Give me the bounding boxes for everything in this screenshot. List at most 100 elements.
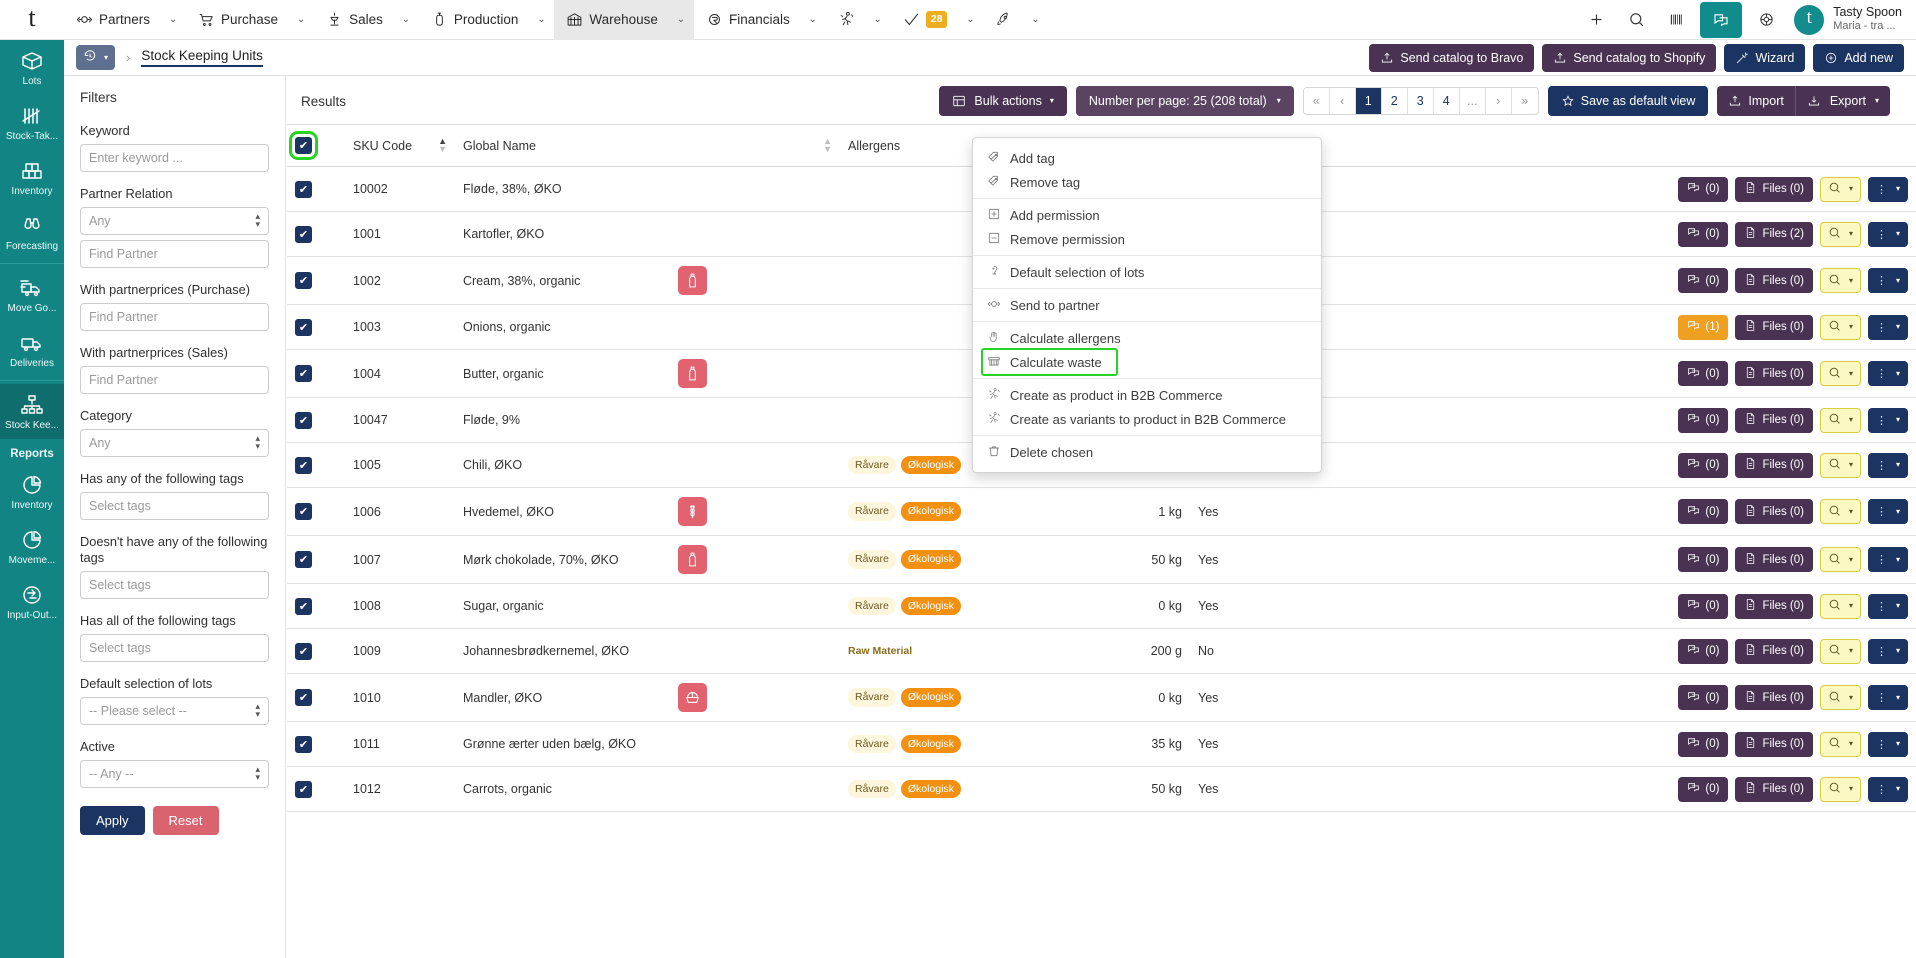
row-checkbox[interactable]: ✔: [295, 643, 312, 660]
files-button[interactable]: Files (0): [1735, 639, 1813, 664]
menu-item-calculate-waste[interactable]: Calculate waste: [983, 350, 1116, 374]
files-button[interactable]: Files (0): [1735, 732, 1813, 757]
send-catalog-to-bravo-button[interactable]: Send catalog to Bravo: [1369, 44, 1534, 72]
partner-relation-select[interactable]: Any▴▾: [80, 207, 269, 235]
more-actions-button[interactable]: ⋮▾: [1868, 453, 1908, 478]
menu-item-delete-chosen[interactable]: Delete chosen: [973, 440, 1321, 464]
search-row-button[interactable]: ▾: [1820, 268, 1861, 293]
reset-button[interactable]: Reset: [153, 806, 219, 835]
per-page-button[interactable]: Number per page: 25 (208 total) ▾: [1076, 86, 1294, 116]
menu-item-add-permission[interactable]: Add permission: [973, 203, 1321, 227]
page-x-button[interactable]: ‹: [1330, 88, 1356, 114]
more-actions-button[interactable]: ⋮▾: [1868, 222, 1908, 247]
comments-button[interactable]: (0): [1678, 499, 1728, 524]
nav-item-partners[interactable]: Partners: [64, 0, 160, 40]
search-row-button[interactable]: ▾: [1820, 408, 1861, 433]
default-selection-lots-select[interactable]: -- Please select --▴▾: [80, 697, 269, 725]
row-checkbox[interactable]: ✔: [295, 319, 312, 336]
menu-item-remove-tag[interactable]: Remove tag: [973, 170, 1321, 194]
sort-icon-sku-code[interactable]: ▲▼: [438, 138, 447, 152]
sidebar-item-moveme[interactable]: Moveme...: [0, 519, 64, 574]
search-row-button[interactable]: ▾: [1820, 777, 1861, 802]
th-sku-code[interactable]: SKU Code ▲▼: [345, 125, 455, 167]
allergen-badge[interactable]: [678, 683, 707, 712]
keyword-input[interactable]: Enter keyword ...: [80, 144, 269, 172]
row-checkbox[interactable]: ✔: [295, 598, 312, 615]
sidebar-item-inputout[interactable]: Input-Out...: [0, 574, 64, 629]
allergen-badge[interactable]: [678, 545, 707, 574]
row-checkbox[interactable]: ✔: [295, 412, 312, 429]
comments-button[interactable]: (0): [1678, 361, 1728, 386]
search-row-button[interactable]: ▾: [1820, 315, 1861, 340]
files-button[interactable]: Files (0): [1735, 777, 1813, 802]
row-checkbox[interactable]: ✔: [295, 365, 312, 382]
table-row[interactable]: ✔1011Grønne ærter uden bælg, ØKORåvareØk…: [287, 722, 1916, 767]
sidebar-item-inventory[interactable]: Inventory: [0, 464, 64, 519]
comments-button[interactable]: (1): [1678, 315, 1728, 340]
has-all-tags-input[interactable]: Select tags: [80, 634, 269, 662]
more-actions-button[interactable]: ⋮▾: [1868, 361, 1908, 386]
row-checkbox[interactable]: ✔: [295, 551, 312, 568]
import-button[interactable]: Import: [1717, 86, 1795, 116]
row-checkbox[interactable]: ✔: [295, 457, 312, 474]
allergen-badge[interactable]: [678, 359, 707, 388]
brand-logo[interactable]: t: [0, 0, 64, 40]
row-checkbox[interactable]: ✔: [295, 272, 312, 289]
page-3-button[interactable]: 3: [1408, 88, 1434, 114]
more-actions-button[interactable]: ⋮▾: [1868, 268, 1908, 293]
table-row[interactable]: ✔1009Johannesbrødkernemel, ØKORaw Materi…: [287, 629, 1916, 674]
search-row-button[interactable]: ▾: [1820, 177, 1861, 202]
more-actions-button[interactable]: ⋮▾: [1868, 685, 1908, 710]
nav-caret-warehouse[interactable]: ⌄: [668, 0, 694, 40]
search-row-button[interactable]: ▾: [1820, 361, 1861, 386]
table-row[interactable]: ✔1012Carrots, organicRåvareØkologisk50 k…: [287, 767, 1916, 812]
wizard-button[interactable]: Wizard: [1724, 44, 1805, 72]
nav-item-warehouse[interactable]: Warehouse: [554, 0, 668, 40]
sidebar-item-deliveries[interactable]: Deliveries: [0, 322, 64, 377]
page-xxx-button[interactable]: ...: [1460, 88, 1486, 114]
search-row-button[interactable]: ▾: [1820, 639, 1861, 664]
send-catalog-to-shopify-button[interactable]: Send catalog to Shopify: [1542, 44, 1716, 72]
row-checkbox[interactable]: ✔: [295, 181, 312, 198]
partnerprices-sales-input[interactable]: Find Partner: [80, 366, 269, 394]
nav-item-sales[interactable]: Sales: [314, 0, 393, 40]
more-actions-button[interactable]: ⋮▾: [1868, 177, 1908, 202]
sidebar-item-inventory[interactable]: Inventory: [0, 150, 64, 205]
more-actions-button[interactable]: ⋮▾: [1868, 408, 1908, 433]
table-row[interactable]: ✔1006Hvedemel, ØKORåvareØkologisk1 kgYes…: [287, 488, 1916, 536]
active-select[interactable]: -- Any --▴▾: [80, 760, 269, 788]
search-row-button[interactable]: ▾: [1820, 732, 1861, 757]
table-row[interactable]: ✔1010Mandler, ØKORåvareØkologisk0 kgYes(…: [287, 674, 1916, 722]
row-checkbox[interactable]: ✔: [295, 503, 312, 520]
row-checkbox[interactable]: ✔: [295, 226, 312, 243]
nav-caret-financials[interactable]: ⌄: [800, 0, 826, 40]
nav-item-tasks[interactable]: 28: [891, 0, 958, 40]
row-checkbox[interactable]: ✔: [295, 689, 312, 706]
lifering-icon[interactable]: [1746, 0, 1786, 40]
history-button[interactable]: ▾: [76, 45, 115, 70]
comments-button[interactable]: (0): [1678, 268, 1728, 293]
nav-item-rocket[interactable]: [983, 0, 1022, 40]
nav-caret-tasks[interactable]: ⌄: [957, 0, 983, 40]
menu-item-remove-permission[interactable]: Remove permission: [973, 227, 1321, 251]
more-actions-button[interactable]: ⋮▾: [1868, 315, 1908, 340]
comments-button[interactable]: (0): [1678, 732, 1728, 757]
more-actions-button[interactable]: ⋮▾: [1868, 639, 1908, 664]
partner-relation-find-input[interactable]: Find Partner: [80, 240, 269, 268]
more-actions-button[interactable]: ⋮▾: [1868, 547, 1908, 572]
search-row-button[interactable]: ▾: [1820, 499, 1861, 524]
sidebar-item-movego[interactable]: Move Go...: [0, 267, 64, 322]
bulk-actions-button[interactable]: Bulk actions ▾: [939, 86, 1066, 116]
row-checkbox[interactable]: ✔: [295, 736, 312, 753]
comments-button[interactable]: (0): [1678, 177, 1728, 202]
sidebar-item-stockkee[interactable]: Stock Kee...: [0, 384, 64, 439]
files-button[interactable]: Files (0): [1735, 547, 1813, 572]
page-x-button[interactable]: «: [1304, 88, 1330, 114]
files-button[interactable]: Files (0): [1735, 499, 1813, 524]
allergen-badge[interactable]: [678, 266, 707, 295]
comments-button[interactable]: (0): [1678, 685, 1728, 710]
nav-caret-partners[interactable]: ⌄: [160, 0, 186, 40]
chat-icon[interactable]: [1700, 2, 1742, 38]
comments-button[interactable]: (0): [1678, 594, 1728, 619]
comments-button[interactable]: (0): [1678, 547, 1728, 572]
